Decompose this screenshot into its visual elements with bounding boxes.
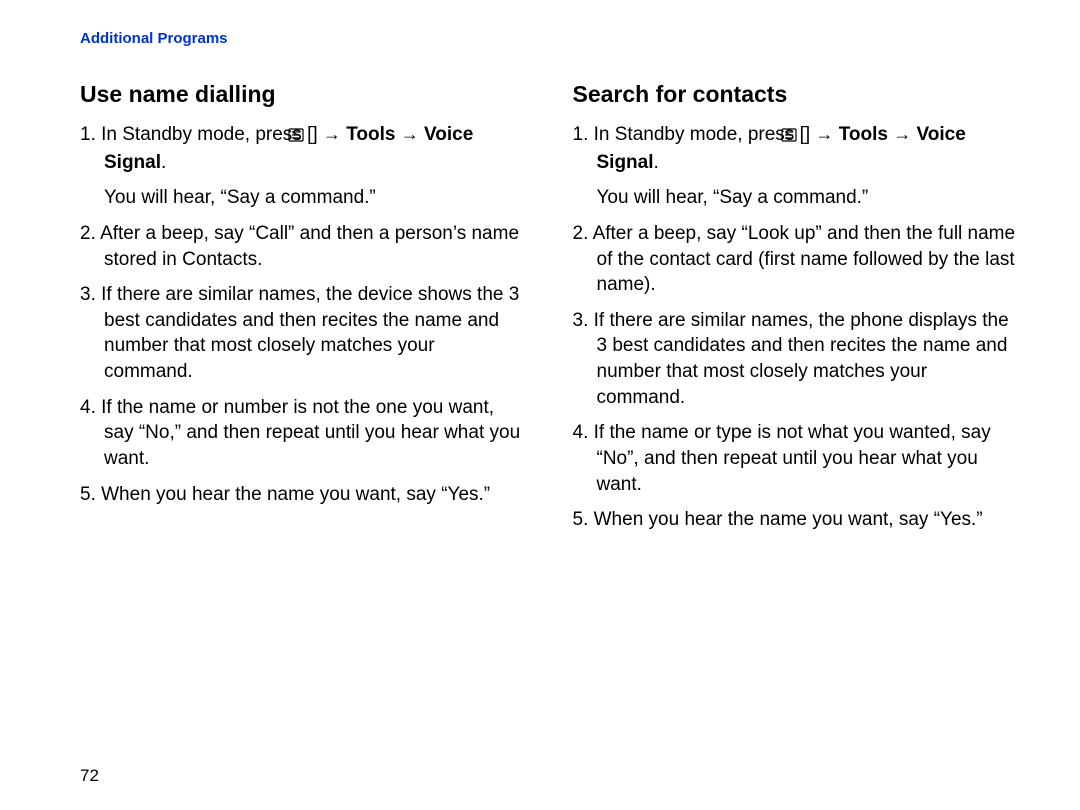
content-columns: Use name dialling 1. In Standby mode, pr…: [80, 81, 1020, 543]
left-step-1: 1. In Standby mode, press [] → Tools → V…: [80, 122, 528, 175]
text: .: [161, 152, 166, 173]
page: Additional Programs Use name dialling 1.…: [0, 0, 1080, 810]
right-step-3: 3. If there are similar names, the phone…: [573, 308, 1021, 411]
right-step-5: 5. When you hear the name you want, say …: [573, 507, 1021, 533]
left-title: Use name dialling: [80, 81, 528, 108]
left-column: Use name dialling 1. In Standby mode, pr…: [80, 81, 528, 543]
left-step-3: 3. If there are similar names, the devic…: [80, 282, 528, 385]
text: 1. In Standby mode, press [: [80, 124, 312, 145]
page-number: 72: [80, 766, 99, 786]
section-header: Additional Programs: [80, 30, 1020, 47]
right-step-1: 1. In Standby mode, press [] → Tools → V…: [573, 122, 1021, 175]
arrow-icon: →: [401, 124, 419, 144]
right-step-4: 4. If the name or type is not what you w…: [573, 420, 1021, 497]
left-step-4: 4. If the name or number is not the one …: [80, 395, 528, 472]
arrow-icon: →: [893, 124, 911, 144]
bold-tools: Tools: [839, 124, 888, 145]
bold-tools: Tools: [346, 124, 395, 145]
text: ]: [312, 124, 323, 145]
right-column: Search for contacts 1. In Standby mode, …: [573, 81, 1021, 543]
arrow-icon: →: [323, 124, 341, 144]
left-step-2: 2. After a beep, say “Call” and then a p…: [80, 221, 528, 272]
left-step-1-sub: You will hear, “Say a command.”: [80, 185, 528, 211]
text: 1. In Standby mode, press [: [573, 124, 805, 145]
left-step-5: 5. When you hear the name you want, say …: [80, 482, 528, 508]
right-step-2: 2. After a beep, say “Look up” and then …: [573, 221, 1021, 298]
arrow-icon: →: [815, 124, 833, 144]
right-step-1-sub: You will hear, “Say a command.”: [573, 185, 1021, 211]
text: ]: [805, 124, 816, 145]
text: .: [654, 152, 659, 173]
right-title: Search for contacts: [573, 81, 1021, 108]
